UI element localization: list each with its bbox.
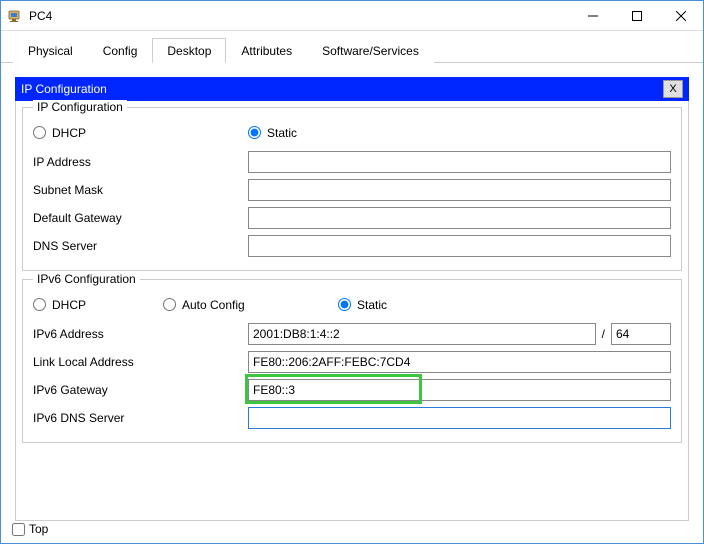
ipv4-dhcp-radio[interactable]: DHCP: [33, 126, 86, 140]
ipv6-static-input[interactable]: [338, 298, 351, 311]
pc-icon: [7, 8, 23, 24]
ipv4-legend: IP Configuration: [33, 100, 127, 114]
ip-address-label: IP Address: [33, 155, 248, 169]
close-button[interactable]: [659, 1, 703, 30]
ipv6-legend: IPv6 Configuration: [33, 272, 140, 286]
default-gateway-input[interactable]: [248, 207, 671, 229]
ipv6-dhcp-radio[interactable]: DHCP: [33, 298, 86, 312]
top-label: Top: [29, 522, 48, 536]
ipv6-dhcp-label: DHCP: [52, 298, 86, 312]
ipv6-gateway-label: IPv6 Gateway: [33, 383, 248, 397]
ipv6-address-label: IPv6 Address: [33, 327, 248, 341]
ipv4-static-input[interactable]: [248, 126, 261, 139]
panel-header: IP Configuration X: [15, 77, 689, 101]
ipv4-dhcp-label: DHCP: [52, 126, 86, 140]
ipv4-static-radio[interactable]: Static: [248, 126, 297, 140]
dns-server-input[interactable]: [248, 235, 671, 257]
ipv4-fieldset: IP Configuration DHCP Static: [22, 107, 682, 271]
ipv4-static-label: Static: [267, 126, 297, 140]
panel-close-button[interactable]: X: [663, 80, 683, 98]
subnet-mask-label: Subnet Mask: [33, 183, 248, 197]
ipv6-dns-label: IPv6 DNS Server: [33, 411, 248, 425]
titlebar: PC4: [1, 1, 703, 31]
ipv6-address-input[interactable]: [248, 323, 596, 345]
ipv6-prefix-input[interactable]: [611, 323, 671, 345]
tab-software[interactable]: Software/Services: [307, 38, 434, 63]
link-local-input[interactable]: [248, 351, 671, 373]
content-area: IP Configuration X IP Configuration DHCP: [1, 63, 703, 535]
footer: Top: [12, 522, 48, 536]
ipv6-auto-radio[interactable]: Auto Config: [163, 298, 245, 312]
tab-config[interactable]: Config: [88, 38, 153, 63]
ipv6-fieldset: IPv6 Configuration DHCP: [22, 279, 682, 443]
panel-body: IP Configuration DHCP Static: [15, 101, 689, 521]
ipv6-dhcp-input[interactable]: [33, 298, 46, 311]
subnet-mask-input[interactable]: [248, 179, 671, 201]
ipv6-gateway-input[interactable]: [248, 379, 671, 401]
tab-attributes[interactable]: Attributes: [226, 38, 307, 63]
prefix-slash: /: [602, 327, 605, 341]
window-title: PC4: [29, 9, 571, 23]
top-checkbox[interactable]: [12, 523, 25, 536]
ipv6-dns-input[interactable]: [248, 407, 671, 429]
ipv6-auto-label: Auto Config: [182, 298, 245, 312]
tab-desktop[interactable]: Desktop: [152, 38, 226, 63]
ipv6-static-radio[interactable]: Static: [338, 298, 387, 312]
tab-physical[interactable]: Physical: [13, 38, 88, 63]
window-controls: [571, 1, 703, 30]
dns-server-label: DNS Server: [33, 239, 248, 253]
ip-address-input[interactable]: [248, 151, 671, 173]
maximize-button[interactable]: [615, 1, 659, 30]
minimize-button[interactable]: [571, 1, 615, 30]
panel-title: IP Configuration: [21, 82, 663, 96]
default-gateway-label: Default Gateway: [33, 211, 248, 225]
ipv4-dhcp-input[interactable]: [33, 126, 46, 139]
tab-bar: Physical Config Desktop Attributes Softw…: [1, 31, 703, 63]
ipv6-auto-input[interactable]: [163, 298, 176, 311]
ipv6-static-label: Static: [357, 298, 387, 312]
link-local-label: Link Local Address: [33, 355, 248, 369]
